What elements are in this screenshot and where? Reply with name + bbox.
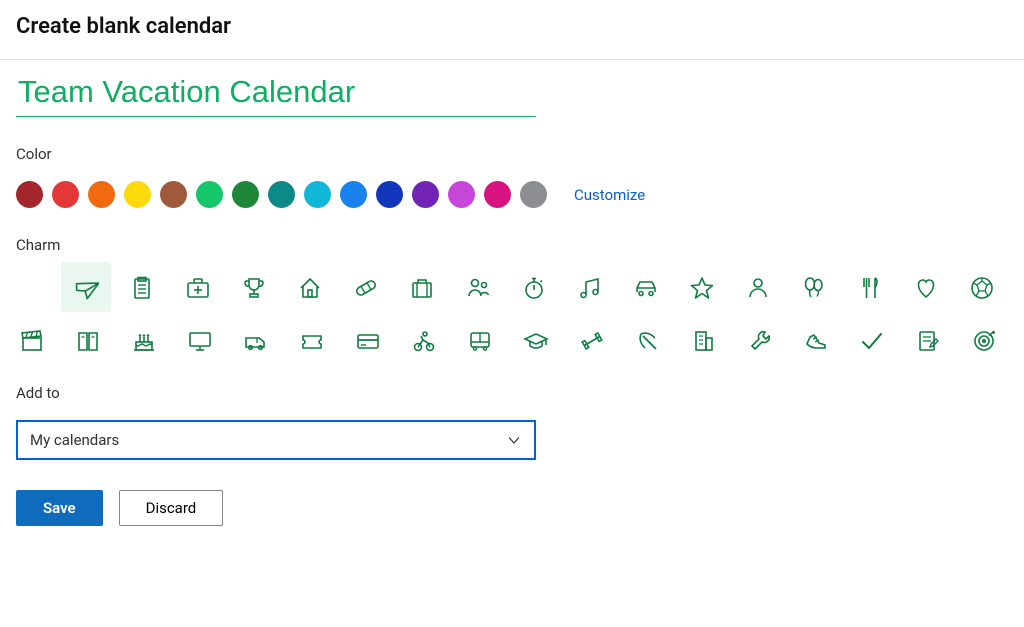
chevron-down-icon	[506, 432, 522, 448]
charm-clipboard[interactable]	[126, 272, 157, 303]
charm-star[interactable]	[686, 272, 717, 303]
charm-building[interactable]	[688, 325, 719, 356]
charm-band-aid[interactable]	[350, 272, 381, 303]
charm-ticket[interactable]	[296, 325, 327, 356]
charm-balloons[interactable]	[798, 272, 829, 303]
charm-trophy[interactable]	[238, 272, 269, 303]
charm-utensils[interactable]	[854, 272, 885, 303]
section-label-charm: Charm	[16, 236, 1008, 254]
charm-graduation[interactable]	[520, 325, 551, 356]
color-swatch-bright-green[interactable]	[196, 181, 223, 208]
section-label-color: Color	[16, 145, 1008, 163]
charm-first-aid[interactable]	[182, 272, 213, 303]
charm-monitor[interactable]	[184, 325, 215, 356]
charm-cyclist[interactable]	[408, 325, 439, 356]
color-swatch-cyan[interactable]	[304, 181, 331, 208]
color-swatch-orange[interactable]	[88, 181, 115, 208]
charm-credit-card[interactable]	[352, 325, 383, 356]
save-button[interactable]: Save	[16, 490, 103, 526]
charm-notebook-edit[interactable]	[912, 325, 943, 356]
charm-stopwatch[interactable]	[518, 272, 549, 303]
color-swatch-blue[interactable]	[340, 181, 367, 208]
charm-airplane[interactable]	[61, 262, 111, 312]
charm-cake[interactable]	[128, 325, 159, 356]
color-swatch-row: Customize	[16, 181, 1008, 208]
charm-row-2	[16, 325, 1008, 356]
add-to-dropdown-value: My calendars	[30, 431, 119, 449]
charm-row-1	[71, 272, 1008, 303]
add-to-dropdown[interactable]: My calendars	[16, 420, 536, 460]
charm-clapperboard[interactable]	[16, 325, 47, 356]
charm-target[interactable]	[968, 325, 999, 356]
charm-wrench[interactable]	[744, 325, 775, 356]
color-swatch-dark-red[interactable]	[16, 181, 43, 208]
color-swatch-pink[interactable]	[484, 181, 511, 208]
charm-home[interactable]	[294, 272, 325, 303]
charm-bus[interactable]	[464, 325, 495, 356]
charm-book[interactable]	[72, 325, 103, 356]
customize-color-button[interactable]: Customize	[574, 186, 645, 204]
color-swatch-teal[interactable]	[268, 181, 295, 208]
charm-person[interactable]	[742, 272, 773, 303]
color-swatch-navy[interactable]	[376, 181, 403, 208]
color-swatch-red[interactable]	[52, 181, 79, 208]
color-swatch-magenta[interactable]	[448, 181, 475, 208]
charm-checkmark[interactable]	[856, 325, 887, 356]
divider	[0, 59, 1024, 60]
discard-button[interactable]: Discard	[119, 490, 224, 526]
calendar-name-input[interactable]	[16, 72, 536, 117]
color-swatch-yellow[interactable]	[124, 181, 151, 208]
charm-van[interactable]	[240, 325, 271, 356]
charm-car[interactable]	[630, 272, 661, 303]
color-swatch-brown[interactable]	[160, 181, 187, 208]
color-swatch-purple[interactable]	[412, 181, 439, 208]
charm-briefcase[interactable]	[406, 272, 437, 303]
charm-music[interactable]	[574, 272, 605, 303]
charm-dumbbell[interactable]	[576, 325, 607, 356]
charm-soccer[interactable]	[966, 272, 997, 303]
charm-heart[interactable]	[910, 272, 941, 303]
charm-running-shoe[interactable]	[800, 325, 831, 356]
section-label-addto: Add to	[16, 384, 1008, 402]
page-title: Create blank calendar	[0, 0, 1024, 59]
charm-pickaxe[interactable]	[632, 325, 663, 356]
color-swatch-green[interactable]	[232, 181, 259, 208]
color-swatch-grey[interactable]	[520, 181, 547, 208]
charm-people[interactable]	[462, 272, 493, 303]
